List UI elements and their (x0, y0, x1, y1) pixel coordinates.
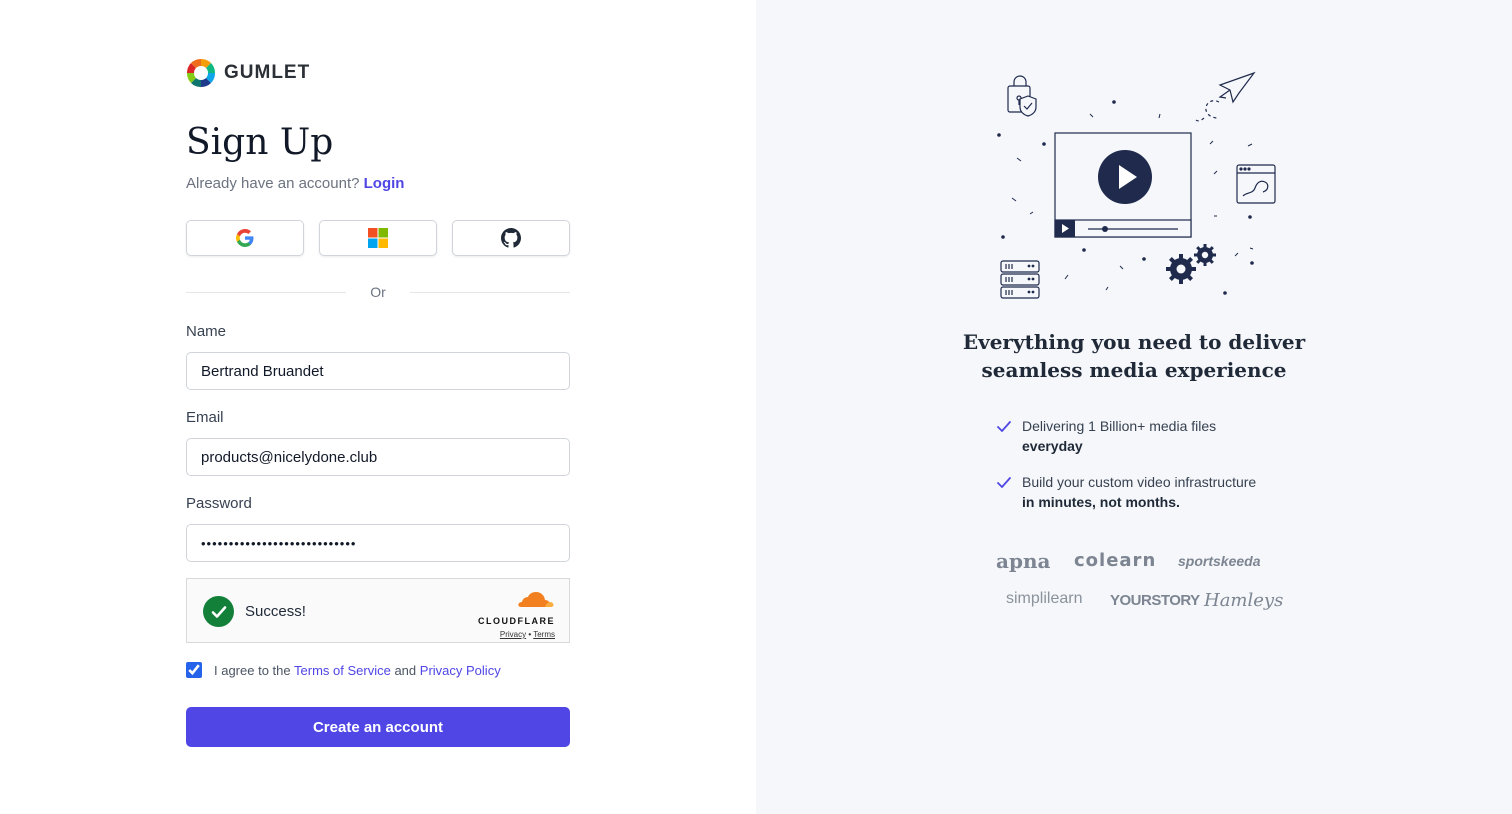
signup-panel: GUMLET Sign Up Already have an account? … (0, 0, 756, 814)
feature-item: Delivering 1 Billion+ media files everyd… (996, 416, 1216, 456)
headline-line-2: seamless media experience (981, 358, 1287, 382)
check-icon (997, 421, 1011, 432)
feature-bold: in minutes, not months. (1022, 494, 1180, 510)
microsoft-signup-button[interactable] (319, 220, 437, 256)
feature-item: Build your custom video infrastructure i… (996, 472, 1256, 512)
headline-line-1: Everything you need to deliver (962, 330, 1306, 354)
captcha-status: Success! (245, 603, 306, 620)
logo-wordmark: GUMLET (224, 62, 311, 83)
server-rack-icon (1000, 260, 1040, 299)
login-prompt: Already have an account? Login (186, 175, 404, 192)
google-signup-button[interactable] (186, 220, 304, 256)
browser-window-icon (1236, 164, 1276, 204)
cloudflare-captcha[interactable]: Success! CLOUDFLARE Privacy • Terms (186, 578, 570, 643)
terms-checkbox[interactable] (186, 662, 202, 678)
customer-logo-colearn: colearn (1074, 550, 1157, 571)
customer-logo-apna: apna (996, 549, 1051, 573)
terms-middle: and (394, 662, 417, 678)
captcha-privacy-link[interactable]: Privacy (500, 630, 526, 639)
terms-prefix: I agree to the (214, 662, 291, 678)
cloudflare-wordmark: CLOUDFLARE (478, 616, 555, 626)
customer-logo-yourstory: YOURSTORY (1110, 592, 1200, 609)
name-input[interactable] (186, 352, 570, 390)
media-illustration (997, 71, 1276, 299)
customer-logo-sportskeeda: sportskeeda (1178, 553, 1261, 569)
email-input[interactable] (186, 438, 570, 476)
captcha-terms-link[interactable]: Terms (533, 630, 555, 639)
terms-agreement: I agree to the Terms of Service and Priv… (186, 662, 501, 678)
page-title: Sign Up (186, 122, 334, 163)
feature-text: Build your custom video infrastructure (1022, 474, 1257, 490)
check-icon (997, 477, 1011, 488)
login-prompt-text: Already have an account? (186, 175, 360, 192)
privacy-policy-link[interactable]: Privacy Policy (420, 663, 501, 678)
cloudflare-cloud-icon (518, 592, 554, 607)
paper-plane-icon (1195, 71, 1256, 122)
name-label: Name (186, 323, 227, 340)
or-text: Or (370, 284, 386, 300)
email-label: Email (186, 409, 224, 426)
promo-headline: Everything you need to deliver seamless … (756, 328, 1512, 384)
login-link[interactable]: Login (364, 175, 405, 192)
github-signup-button[interactable] (452, 220, 570, 256)
google-icon (236, 229, 254, 247)
lock-shield-icon (1007, 75, 1037, 117)
cloudflare-branding: CLOUDFLARE Privacy • Terms (478, 591, 555, 639)
captcha-link-separator: • (528, 630, 532, 639)
customer-logo-hamleys: Hamleys (1204, 590, 1284, 611)
feature-bold: everyday (1022, 438, 1083, 454)
microsoft-icon (368, 228, 388, 248)
feature-text: Delivering 1 Billion+ media files (1022, 418, 1217, 434)
password-label: Password (186, 495, 252, 512)
customer-logo-simplilearn: simplilearn (1006, 590, 1083, 607)
success-check-icon (203, 596, 234, 627)
password-input[interactable] (186, 524, 570, 562)
gumlet-logo: GUMLET (186, 58, 310, 88)
terms-text: I agree to the Terms of Service and Priv… (214, 663, 501, 678)
create-account-button[interactable]: Create an account (186, 707, 570, 747)
gears-icon (1166, 244, 1216, 284)
gumlet-logo-icon (186, 58, 216, 88)
or-divider: Or (186, 282, 570, 302)
github-icon (501, 228, 521, 248)
captcha-links: Privacy • Terms (478, 630, 555, 639)
video-player-icon (1054, 132, 1192, 238)
terms-of-service-link[interactable]: Terms of Service (294, 663, 391, 678)
